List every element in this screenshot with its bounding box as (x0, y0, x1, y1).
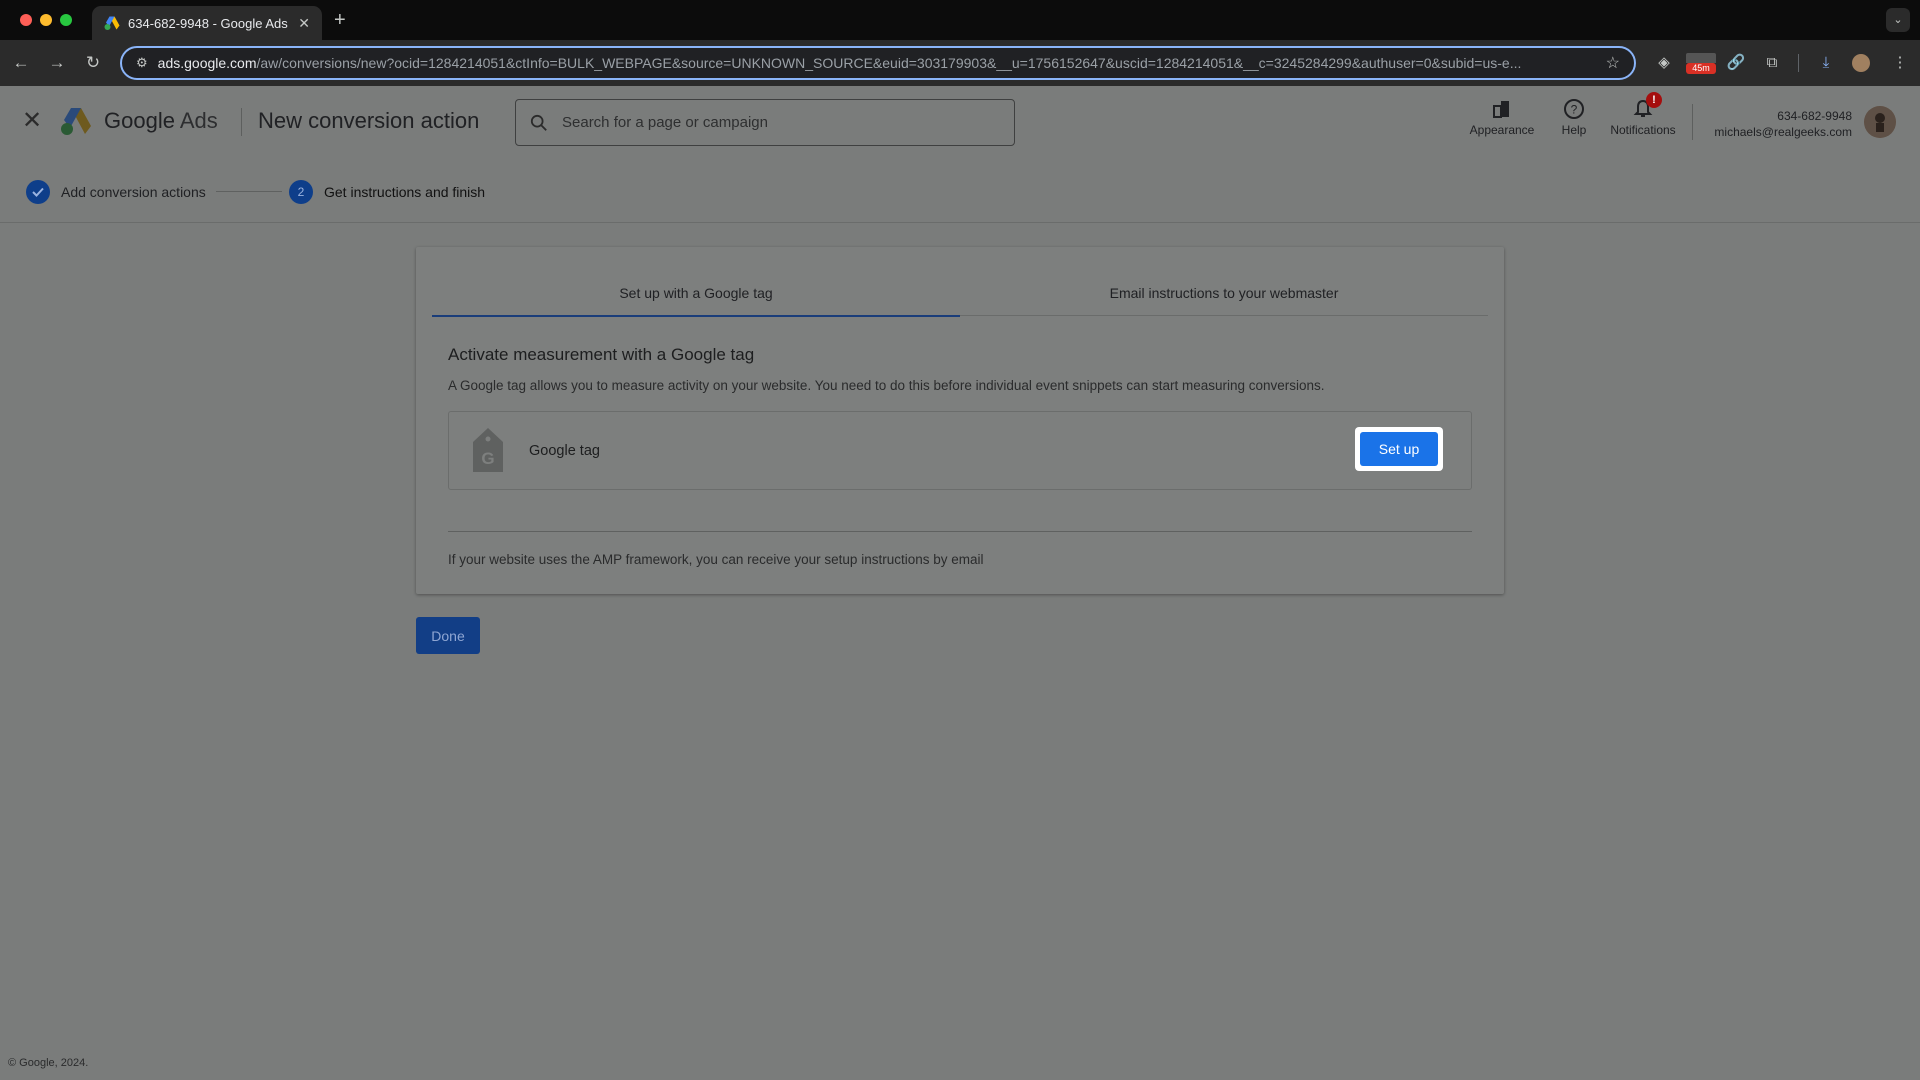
appearance-button[interactable]: Appearance (1466, 98, 1538, 137)
help-button[interactable]: ? Help (1556, 98, 1592, 137)
notification-badge: ! (1646, 92, 1662, 108)
set-up-button[interactable]: Set up (1360, 432, 1438, 466)
window-zoom-button[interactable] (60, 14, 72, 26)
step1-label: Add conversion actions (61, 184, 206, 200)
card-divider (448, 531, 1472, 532)
account-info[interactable]: 634-682-9948 michaels@realgeeks.com (1714, 108, 1852, 140)
ads-header: ✕ Google Ads New conversion action Appea… (0, 86, 1920, 158)
toolbar-separator (1798, 54, 1799, 72)
new-tab-button[interactable]: + (334, 8, 346, 32)
tab-search-icon[interactable]: ⌄ (1886, 8, 1910, 32)
google-tag-row: G Google tag Set up (448, 411, 1472, 490)
step-connector (216, 191, 282, 192)
browser-profile-avatar[interactable] (1852, 54, 1870, 72)
step2-label: Get instructions and finish (324, 184, 486, 200)
extension-shield-icon[interactable]: ◈ (1654, 53, 1674, 73)
appearance-icon (1493, 101, 1509, 118)
tab-title: 634-682-9948 - Google Ads (128, 15, 288, 31)
check-icon (26, 180, 50, 204)
window-close-button[interactable] (20, 14, 32, 26)
bookmark-star-icon[interactable]: ☆ (1606, 53, 1620, 73)
url-text: ads.google.com/aw/conversions/new?ocid=1… (157, 55, 1522, 71)
footer-copyright: © Google, 2024. (8, 1057, 89, 1069)
browser-toolbar: ← → ↻ ⚙ ads.google.com/aw/conversions/ne… (0, 40, 1920, 86)
window-minimize-button[interactable] (40, 14, 52, 26)
site-info-icon[interactable]: ⚙ (136, 55, 148, 71)
forward-arrow-icon[interactable]: → (46, 52, 68, 74)
step-get-instructions: 2 Get instructions and finish (289, 180, 485, 204)
link-extension-icon[interactable]: 🔗 (1726, 53, 1746, 73)
notifications-button[interactable]: ! Notifications (1606, 92, 1680, 137)
header-divider (241, 108, 242, 136)
google-tag-icon: G (473, 428, 503, 472)
step2-number: 2 (289, 180, 313, 204)
header-divider-right (1692, 104, 1693, 140)
address-bar[interactable]: ⚙ ads.google.com/aw/conversions/new?ocid… (120, 46, 1636, 80)
search-icon (530, 114, 547, 131)
browser-tab-bar: 634-682-9948 - Google Ads ✕ + ⌄ (0, 0, 1920, 40)
step-add-conversion-actions[interactable]: Add conversion actions (26, 180, 206, 204)
amp-note: If your website uses the AMP framework, … (448, 552, 984, 567)
progress-stepper: Add conversion actions 2 Get instruction… (0, 158, 1920, 223)
google-tag-label: Google tag (529, 443, 600, 459)
help-icon: ? (1564, 99, 1584, 119)
svg-text:?: ? (1571, 103, 1578, 117)
google-ads-logo-icon (61, 108, 91, 135)
downloads-icon[interactable]: ⤓ (1816, 53, 1836, 73)
extensions-puzzle-icon[interactable]: ⧉ (1762, 53, 1782, 73)
extension-timer-badge[interactable]: 45m (1686, 53, 1716, 75)
ads-brand: Google Ads (104, 108, 218, 133)
browser-menu-icon[interactable]: ⋮ (1890, 53, 1910, 73)
account-id: 634-682-9948 (1777, 109, 1852, 123)
search-box[interactable] (515, 99, 1015, 146)
card-heading: Activate measurement with a Google tag (448, 345, 755, 364)
reload-icon[interactable]: ↻ (82, 52, 104, 74)
notifications-label: Notifications (1610, 123, 1676, 137)
done-button[interactable]: Done (416, 617, 480, 654)
tab-google-tag[interactable]: Set up with a Google tag (432, 271, 960, 317)
close-icon[interactable]: ✕ (20, 109, 44, 133)
help-label: Help (1561, 123, 1587, 137)
card-description: A Google tag allows you to measure activ… (448, 378, 1325, 393)
google-tag-setup-card: Set up with a Google tag Email instructi… (416, 247, 1504, 594)
account-avatar[interactable] (1864, 106, 1896, 138)
back-arrow-icon[interactable]: ← (10, 52, 32, 74)
browser-tab[interactable]: 634-682-9948 - Google Ads ✕ (92, 6, 322, 40)
page-title: New conversion action (258, 108, 480, 133)
svg-text:G: G (481, 449, 494, 468)
google-ads-favicon-icon (104, 16, 120, 30)
tab-close-icon[interactable]: ✕ (298, 15, 310, 32)
avatar-image (1864, 106, 1896, 138)
search-input[interactable] (560, 113, 1000, 132)
account-email: michaels@realgeeks.com (1714, 125, 1852, 139)
appearance-label: Appearance (1469, 123, 1535, 137)
setup-method-tabs: Set up with a Google tag Email instructi… (432, 271, 1488, 317)
tab-email-webmaster[interactable]: Email instructions to your webmaster (960, 271, 1488, 315)
